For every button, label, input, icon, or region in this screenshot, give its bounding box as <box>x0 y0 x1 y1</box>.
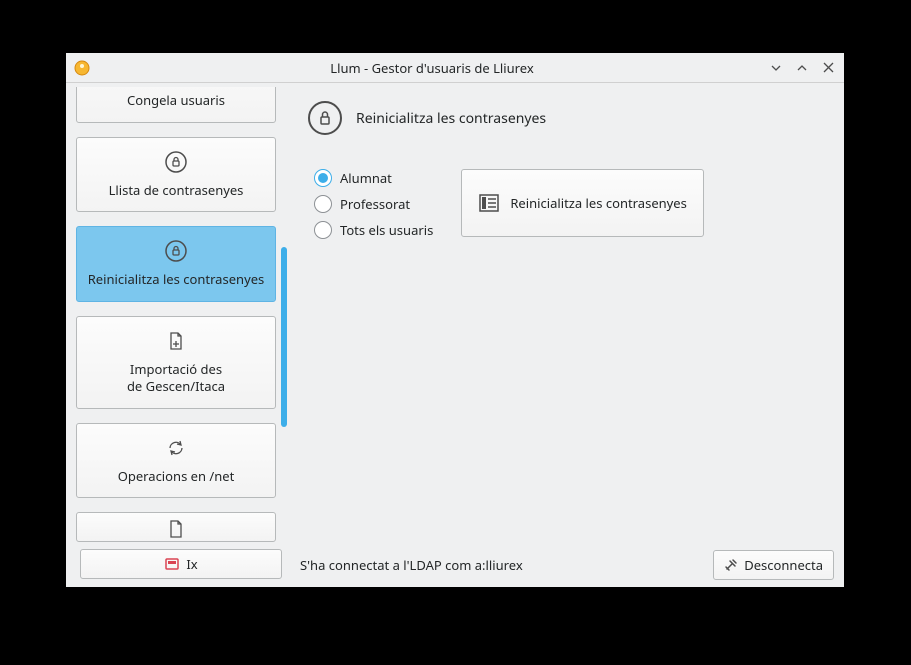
close-button[interactable] <box>820 60 836 76</box>
sidebar-item-label: Llista de contrasenyes <box>109 182 244 200</box>
disconnect-label: Desconnecta <box>744 556 823 574</box>
sidebar-item-label: Reinicialitza les contrasenyes <box>88 271 265 289</box>
main-panel: Reinicialitza les contrasenyes Alumnat P… <box>288 83 844 587</box>
radio-indicator <box>314 221 332 239</box>
sidebar-item-partial-bottom[interactable] <box>76 512 276 542</box>
radio-indicator <box>314 169 332 187</box>
radio-teachers[interactable]: Professorat <box>314 195 433 213</box>
page-title: Reinicialitza les contrasenyes <box>356 109 546 128</box>
reset-passwords-button[interactable]: Reinicialitza les contrasenyes <box>461 169 704 237</box>
titlebar: Llum - Gestor d'usuaris de Lliurex <box>66 53 844 83</box>
file-import-icon <box>165 329 187 353</box>
sidebar-item-password-list[interactable]: Llista de contrasenyes <box>76 137 276 213</box>
action-label: Reinicialitza les contrasenyes <box>510 194 687 212</box>
disconnect-icon <box>724 558 738 572</box>
sidebar: Congela usuaris Llista de contrasenyes <box>66 83 288 587</box>
sidebar-item-net-operations[interactable]: Operacions en /net <box>76 423 276 499</box>
sync-icon <box>165 436 187 460</box>
file-icon <box>165 518 187 540</box>
sidebar-item-reset-passwords[interactable]: Reinicialitza les contrasenyes <box>76 226 276 302</box>
radio-students[interactable]: Alumnat <box>314 169 433 187</box>
radio-label: Tots els usuaris <box>340 221 433 239</box>
sidebar-item-label: Importació des de Gescen/Itaca <box>127 361 225 396</box>
window-controls <box>768 60 836 76</box>
page-header: Reinicialitza les contrasenyes <box>308 101 824 135</box>
sidebar-item-label: Congela usuaris <box>127 92 225 110</box>
sidebar-item-freeze-users[interactable]: Congela usuaris <box>76 87 276 123</box>
app-icon <box>74 60 90 76</box>
content-area: Congela usuaris Llista de contrasenyes <box>66 83 844 587</box>
exit-icon <box>164 556 180 572</box>
radio-label: Professorat <box>340 195 410 213</box>
radio-indicator <box>314 195 332 213</box>
list-icon <box>478 192 500 214</box>
lock-icon <box>165 239 187 263</box>
sidebar-scrollbar[interactable] <box>280 87 288 545</box>
exit-label: Ix <box>186 555 197 573</box>
radio-label: Alumnat <box>340 169 392 187</box>
radio-all-users[interactable]: Tots els usuaris <box>314 221 433 239</box>
status-text: S'ha connectat a l'LDAP com a:lliurex <box>294 556 703 574</box>
minimize-button[interactable] <box>768 60 784 76</box>
sidebar-item-import-gescen[interactable]: Importació des de Gescen/Itaca <box>76 316 276 409</box>
lock-icon <box>308 101 342 135</box>
statusbar: S'ha connectat a l'LDAP com a:lliurex De… <box>288 549 844 587</box>
disconnect-button[interactable]: Desconnecta <box>713 550 834 580</box>
maximize-button[interactable] <box>794 60 810 76</box>
lock-icon <box>165 150 187 174</box>
exit-button[interactable]: Ix <box>80 549 282 579</box>
user-group-radios: Alumnat Professorat Tots els usuaris <box>308 169 433 239</box>
window-title: Llum - Gestor d'usuaris de Lliurex <box>96 59 768 77</box>
app-window: Llum - Gestor d'usuaris de Lliurex Conge… <box>66 53 844 587</box>
sidebar-item-label: Operacions en /net <box>118 468 235 486</box>
scrollbar-thumb[interactable] <box>281 247 287 427</box>
